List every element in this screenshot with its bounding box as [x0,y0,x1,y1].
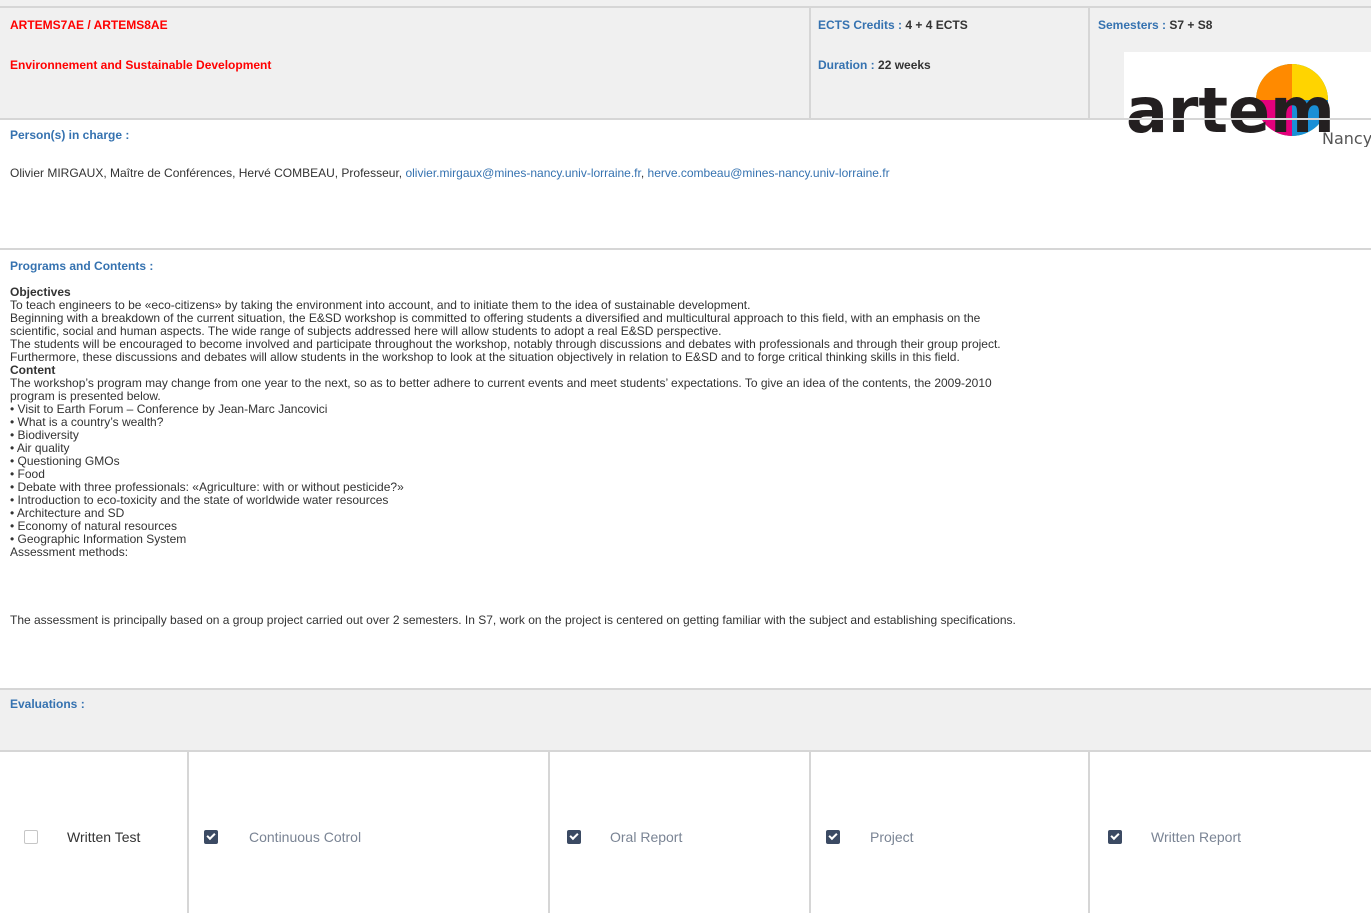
email-link-mirgaux[interactable]: olivier.mirgaux@mines-nancy.univ-lorrain… [405,166,640,180]
persons-line: Olivier MIRGAUX, Maître de Conférences, … [10,166,890,180]
programs-top-border [0,248,1371,250]
eval-option-label: Project [870,829,914,845]
ects-value: 4 + 4 ECTS [905,18,968,32]
semesters-label: Semesters : [1098,18,1167,32]
eval-option-written-test[interactable]: Written Test [24,829,140,845]
semesters-value: S7 + S8 [1169,18,1213,32]
duration-label: Duration : [818,58,875,72]
ects-info: ECTS Credits : 4 + 4 ECTS [818,18,968,32]
eval-option-continuous-control[interactable]: Continuous Cotrol [204,829,361,845]
checkbox-checked-icon[interactable] [826,830,840,844]
content-item: • Economy of natural resources [10,519,177,533]
logo-wordmark: artem [1126,74,1335,147]
persons-heading: Person(s) in charge : [10,128,130,142]
content-item: • Air quality [10,441,70,455]
eval-option-written-report[interactable]: Written Report [1108,829,1241,845]
content-item: • Biodiversity [10,428,79,442]
eval-option-project[interactable]: Project [826,829,914,845]
eval-divider-3 [809,751,811,913]
checkbox-checked-icon[interactable] [204,830,218,844]
objectives-line: Furthermore, these discussions and debat… [10,350,960,364]
content-item: • Introduction to eco-toxicity and the s… [10,493,389,507]
duration-info: Duration : 22 weeks [818,58,931,72]
course-title: Environnement and Sustainable Developmen… [10,58,272,72]
persons-top-border [0,118,1371,120]
evaluations-options-border [0,750,1371,752]
ects-label: ECTS Credits : [818,18,903,32]
checkbox-checked-icon[interactable] [567,830,581,844]
assessment-title: Assessment methods: [10,545,129,559]
header-divider-2 [1088,6,1090,119]
eval-option-label: Written Test [67,829,141,845]
artem-logo: artem Nancy [1124,52,1371,147]
duration-value: 22 weeks [878,58,931,72]
content-item: • What is a country’s wealth? [10,415,164,429]
programs-body: Objectives To teach engineers to be «eco… [10,286,1370,559]
evaluations-top-border [0,688,1371,690]
evaluations-band [0,688,1371,751]
checkbox-checked-icon[interactable] [1108,830,1122,844]
content-item: • Architecture and SD [10,506,125,520]
content-intro-line: The workshop’s program may change from o… [10,376,992,390]
eval-option-label: Oral Report [610,829,683,845]
eval-option-label: Written Report [1151,829,1241,845]
content-item: • Visit to Earth Forum – Conference by J… [10,402,328,416]
programs-heading: Programs and Contents : [10,259,154,273]
eval-divider-2 [548,751,550,913]
content-item: • Geographic Information System [10,532,187,546]
eval-divider-1 [187,751,189,913]
content-item: • Questioning GMOs [10,454,120,468]
persons-names: Olivier MIRGAUX, Maître de Conférences, … [10,166,403,180]
eval-option-label: Continuous Cotrol [249,829,362,845]
evaluations-heading: Evaluations : [10,697,85,711]
header-divider-1 [809,6,811,119]
eval-divider-4 [1088,751,1090,913]
eval-option-oral-report[interactable]: Oral Report [567,829,682,845]
header-top-border [0,6,1371,8]
logo-subtitle: Nancy [1322,129,1371,147]
semesters-info: Semesters : S7 + S8 [1098,18,1212,32]
email-link-combeau[interactable]: herve.combeau@mines-nancy.univ-lorraine.… [648,166,890,180]
checkbox-unchecked-icon[interactable] [24,830,38,844]
logo-graphic: artem Nancy [1126,64,1371,147]
assessment-text: The assessment is principally based on a… [10,613,1016,627]
course-code: ARTEMS7AE / ARTEMS8AE [10,18,168,32]
